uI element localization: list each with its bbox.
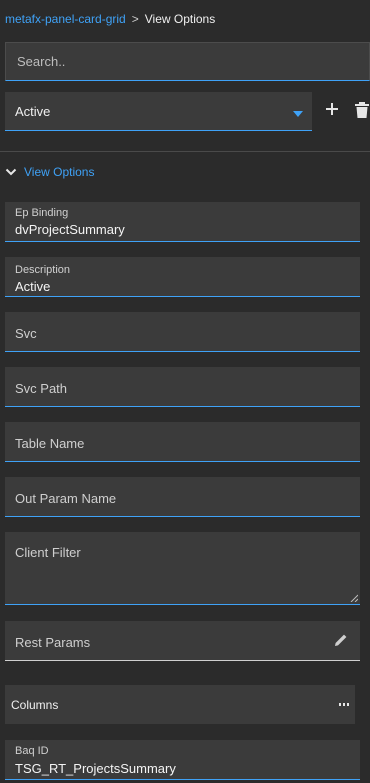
breadcrumb-parent-link[interactable]: metafx-panel-card-grid (5, 12, 126, 26)
columns-panel-header[interactable]: Columns (5, 685, 355, 724)
table-name-field[interactable]: Table Name (5, 422, 360, 462)
description-label: Description (15, 264, 71, 276)
svc-field[interactable]: Svc (5, 312, 360, 352)
svc-placeholder: Svc (15, 326, 37, 341)
breadcrumb-separator: > (131, 12, 139, 26)
view-options-section-toggle[interactable]: View Options (5, 164, 94, 180)
baq-id-value: TSG_RT_ProjectsSummary (15, 761, 176, 776)
trash-icon[interactable] (355, 102, 369, 118)
table-name-placeholder: Table Name (15, 436, 85, 451)
breadcrumb-current: View Options (144, 12, 216, 26)
pencil-icon[interactable] (334, 633, 348, 647)
baq-id-field[interactable]: Baq ID TSG_RT_ProjectsSummary (5, 740, 360, 780)
breadcrumb: metafx-panel-card-grid > View Options (5, 12, 215, 26)
svc-path-field[interactable]: Svc Path (5, 367, 360, 407)
section-divider (0, 151, 370, 152)
out-param-name-placeholder: Out Param Name (15, 491, 117, 506)
resize-grip-icon[interactable] (350, 594, 358, 602)
section-title: View Options (24, 165, 95, 179)
chevron-down-icon (5, 168, 17, 176)
rest-params-placeholder: Rest Params (15, 635, 91, 650)
ep-binding-label: Ep Binding (15, 207, 69, 219)
client-filter-placeholder: Client Filter (15, 545, 81, 560)
search-input[interactable] (6, 43, 369, 80)
ellipsis-icon[interactable] (339, 703, 349, 706)
search-field (5, 42, 370, 81)
baq-id-label: Baq ID (15, 745, 49, 757)
view-select[interactable]: Active (5, 92, 312, 131)
plus-icon[interactable] (324, 101, 340, 117)
client-filter-textarea[interactable]: Client Filter (5, 532, 360, 605)
rest-params-field[interactable]: Rest Params (5, 621, 360, 661)
svc-path-placeholder: Svc Path (15, 381, 68, 396)
view-select-value: Active (15, 104, 51, 119)
columns-label: Columns (11, 698, 59, 712)
description-field[interactable]: Description Active (5, 257, 360, 297)
description-value: Active (15, 279, 51, 294)
ep-binding-field[interactable]: Ep Binding dvProjectSummary (5, 202, 360, 242)
ep-binding-value: dvProjectSummary (15, 222, 125, 237)
out-param-name-field[interactable]: Out Param Name (5, 477, 360, 517)
caret-down-icon (293, 111, 303, 117)
